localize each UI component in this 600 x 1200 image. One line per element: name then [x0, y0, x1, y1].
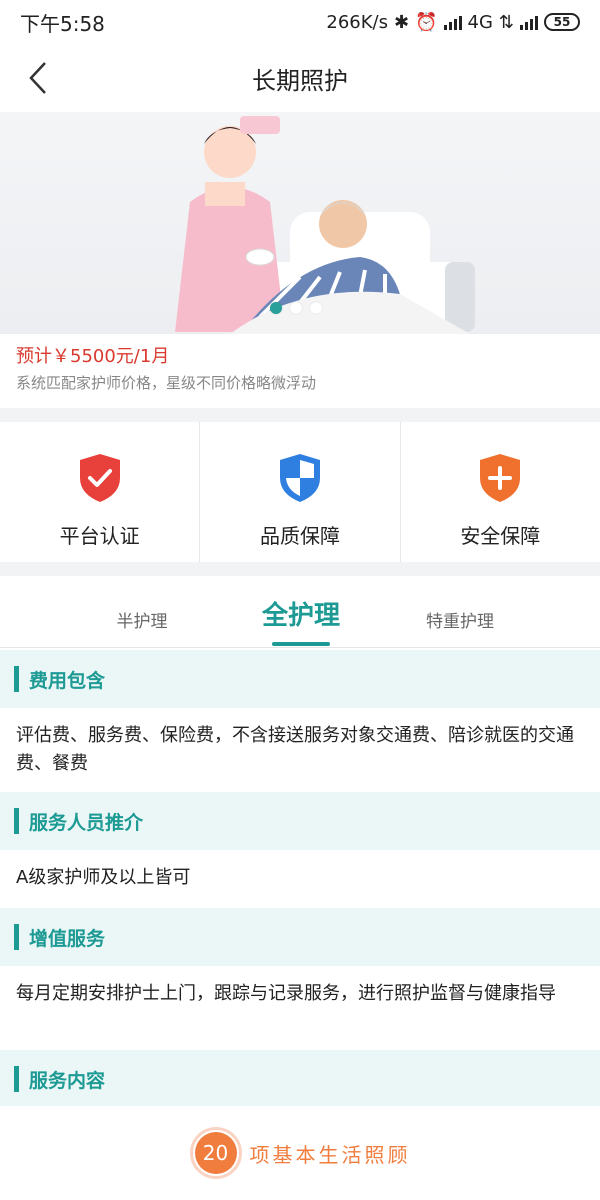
count-number: 20	[194, 1132, 237, 1174]
price-estimate: 预计￥5500元/1月	[16, 346, 170, 367]
shield-plus-icon	[480, 454, 521, 502]
status-bar: 下午5:58 266K/s ✱ ⏰ 4G ⇅ 55	[0, 0, 600, 44]
count-label: 项基本生活照顾	[249, 1142, 411, 1167]
data-arrows-icon: ⇅	[498, 11, 514, 33]
carousel-dots	[270, 302, 322, 314]
divider	[0, 562, 600, 576]
tab-half-care[interactable]: 半护理	[92, 590, 192, 648]
banner-carousel[interactable]	[0, 112, 600, 334]
section-header-fees: 费用包含	[0, 650, 600, 708]
signal-icon-2	[520, 14, 538, 30]
service-count-banner: 20 项基本生活照顾	[0, 1106, 600, 1200]
section-body-value-added: 每月定期安排护士上门，跟踪与记录服务，进行照护监督与健康指导	[16, 983, 556, 1004]
signal-icon	[443, 14, 462, 30]
nav-header: 长期照护	[0, 44, 600, 112]
section-header-service-content: 服务内容	[0, 1050, 600, 1108]
section-title: 增值服务	[29, 927, 106, 950]
carousel-dot[interactable]	[270, 302, 282, 314]
care-level-tabs: 半护理 全护理 特重护理	[0, 590, 600, 648]
section-accent-bar	[14, 1066, 19, 1092]
section-accent-bar	[14, 808, 19, 834]
guarantee-label: 平台认证	[59, 524, 140, 548]
carousel-dot[interactable]	[290, 302, 302, 314]
shield-check-icon	[79, 454, 120, 502]
section-body-fees: 评估费、服务费、保险费，不含接送服务对象交通费、陪诊就医的交通费、餐费	[16, 725, 574, 774]
battery-icon: 55	[544, 13, 580, 31]
carousel-dot[interactable]	[310, 302, 322, 314]
section-accent-bar	[14, 666, 19, 692]
section-title: 服务内容	[29, 1069, 106, 1092]
shield-quality-icon	[279, 454, 320, 502]
section-body-staff: A级家护师及以上皆可	[16, 867, 191, 888]
guarantee-quality: 品质保障	[200, 422, 401, 562]
alarm-icon: ⏰	[415, 11, 438, 33]
count-badge: 20	[189, 1127, 242, 1179]
section-accent-bar	[14, 924, 19, 950]
back-button[interactable]	[18, 58, 58, 98]
tab-full-care[interactable]: 全护理	[246, 584, 356, 642]
guarantee-label: 安全保障	[460, 524, 541, 548]
status-time: 下午5:58	[20, 11, 105, 36]
tab-intensive-care[interactable]: 特重护理	[400, 590, 520, 648]
section-title: 服务人员推介	[29, 811, 144, 834]
bluetooth-icon: ✱	[393, 11, 410, 33]
page-title: 长期照护	[252, 66, 348, 95]
divider	[0, 408, 600, 422]
guarantee-platform-certified: 平台认证	[0, 422, 201, 562]
section-title: 费用包含	[29, 669, 106, 692]
guarantee-safety: 安全保障	[401, 422, 600, 562]
banner-image	[175, 116, 475, 334]
price-note: 系统匹配家护师价格，星级不同价格略微浮动	[16, 374, 317, 392]
active-tab-indicator	[272, 642, 330, 646]
section-header-value-added: 增值服务	[0, 908, 600, 966]
guarantee-row: 平台认证 品质保障 安全保障	[0, 422, 600, 562]
chevron-left-icon	[29, 62, 46, 94]
guarantee-label: 品质保障	[259, 524, 340, 548]
section-header-staff: 服务人员推介	[0, 792, 600, 850]
status-icons: 266K/s ✱ ⏰ 4G ⇅ 55	[326, 12, 580, 33]
network-speed: 266K/s	[326, 11, 388, 33]
network-type: 4G	[467, 11, 493, 33]
